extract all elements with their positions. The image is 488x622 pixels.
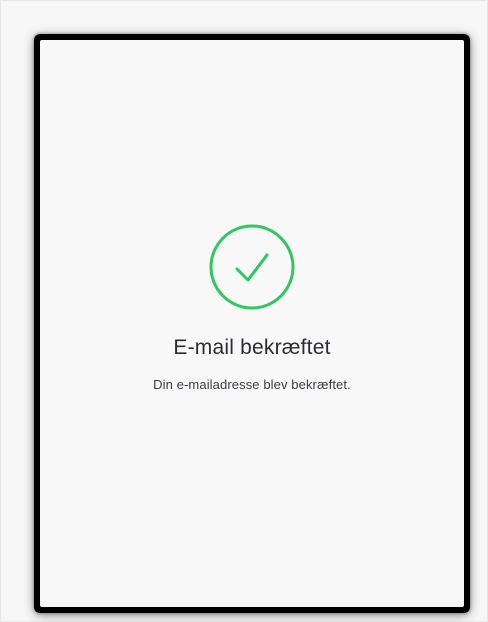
page-title: E-mail bekræftet — [173, 336, 331, 359]
confirmation-message: Din e-mailadresse blev bekræftet. — [153, 377, 351, 392]
page: E-mail bekræftet Din e-mailadresse blev … — [0, 0, 488, 622]
confirmation-panel: E-mail bekræftet Din e-mailadresse blev … — [40, 224, 464, 392]
screen: E-mail bekræftet Din e-mailadresse blev … — [40, 40, 464, 607]
check-circle-icon — [209, 224, 295, 310]
device-frame: E-mail bekræftet Din e-mailadresse blev … — [34, 34, 470, 613]
